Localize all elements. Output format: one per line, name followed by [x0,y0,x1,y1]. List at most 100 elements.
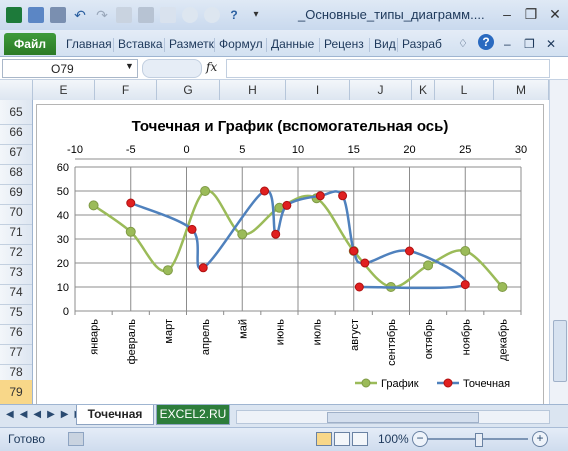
tab-page-layout[interactable]: Разметк [169,37,214,51]
data-point-tochechnaya [187,224,197,234]
tab-file[interactable]: Файл [4,33,56,55]
column-headers: E F G H I J K L M [0,80,549,101]
tab-view[interactable]: Вид [374,37,396,51]
tab-insert[interactable]: Вставка [118,37,163,51]
tab-developer[interactable]: Разраб [402,37,442,51]
x-category-label: ноябрь [460,319,472,356]
undo-icon[interactable]: ↶ [72,7,88,23]
x2-tick-label: 10 [292,144,304,156]
data-point-grafik [423,260,434,271]
name-box-dropdown-icon[interactable]: ▼ [125,61,134,71]
insert-function-icon[interactable]: fx [206,60,217,74]
tab-formulas[interactable]: Формул [219,37,263,51]
column-header[interactable]: H [220,80,286,100]
zoom-slider[interactable] [428,433,528,447]
sheet-tab-active[interactable]: Точечная [76,405,154,425]
minimize-button[interactable]: – [496,6,518,22]
column-header[interactable]: L [435,80,494,100]
x2-tick-label: 0 [183,144,189,156]
vertical-scroll-thumb[interactable] [553,320,567,382]
data-point-grafik [125,226,136,237]
copy-icon[interactable] [116,7,132,23]
horizontal-scrollbar[interactable] [236,410,550,424]
y-tick-label: 40 [57,210,69,222]
forward-icon[interactable] [204,7,220,23]
formula-bar: O79 ▼ fx [0,57,568,80]
legend-label-tochechnaya: Точечная [463,378,510,390]
column-header[interactable]: M [494,80,549,100]
ribbon-minimize-icon[interactable]: – [504,37,511,51]
x2-tick-label: 5 [239,144,245,156]
legend-marker-tochechnaya [443,378,453,388]
vertical-scrollbar[interactable] [549,80,568,404]
x2-tick-label: 25 [459,144,471,156]
page-break-view-icon[interactable] [352,432,368,446]
y-tick-label: 30 [57,234,69,246]
formula-expander[interactable] [142,59,202,78]
maximize-button[interactable]: ❐ [520,6,542,22]
zoom-in-button[interactable]: + [532,431,548,447]
data-point-grafik [88,200,99,211]
title-bar: ↶ ↷ ? ▾ _Основные_типы_диаграмм.... – ❐ … [0,0,568,31]
chart-area[interactable]: Точечная и График (вспомогательная ось) 0… [36,104,544,406]
formula-input[interactable] [226,59,550,78]
sheet-tab[interactable]: EXCEL2.RU [156,405,230,425]
chart-svg: Точечная и График (вспомогательная ось) 0… [57,118,527,390]
data-point-tochechnaya [360,258,370,268]
x-category-label: октябрь [423,319,435,359]
x2-tick-label: 15 [348,144,360,156]
tab-review[interactable]: Реценз [324,37,364,51]
data-point-tochechnaya [260,186,270,196]
legend-marker-grafik [361,378,371,388]
status-bar: Готово 100% − + [0,427,568,451]
print-icon[interactable] [138,7,154,23]
ribbon-collapse-icon[interactable]: ♢ [458,37,468,50]
page-layout-view-icon[interactable] [334,432,350,446]
help-icon[interactable]: ? [478,34,494,50]
customize-toolbar-icon[interactable]: ▾ [248,7,264,23]
save-icon[interactable] [28,7,44,23]
zoom-level[interactable]: 100% [378,432,409,446]
ribbon-restore-icon[interactable]: ❐ [524,37,535,51]
x-category-label: январь [89,319,101,355]
quick-access-toolbar: ↶ ↷ ? ▾ [6,6,270,24]
column-header[interactable]: K [412,80,435,100]
name-box[interactable]: O79 ▼ [2,59,138,78]
column-header[interactable]: G [157,80,220,100]
ribbon-close-icon[interactable]: ✕ [546,37,556,51]
macro-record-icon[interactable] [68,432,84,446]
select-all-corner[interactable] [0,80,33,100]
column-header[interactable]: F [95,80,157,100]
excel-logo-icon [6,7,22,23]
zoom-out-button[interactable]: − [412,431,428,447]
y-tick-label: 20 [57,258,69,270]
redo-icon[interactable]: ↷ [94,7,110,23]
zoom-slider-thumb[interactable] [475,433,483,447]
back-icon[interactable] [182,7,198,23]
close-button[interactable]: ✕ [544,6,566,22]
y-tick-label: 60 [57,162,69,174]
row-header-active[interactable]: 79 [0,380,32,405]
x2-tick-label: 30 [515,144,527,156]
tab-data[interactable]: Данные [271,37,314,51]
x-category-label: май [237,319,249,339]
save-as-icon[interactable] [50,7,66,23]
status-ready: Готово [8,432,46,446]
chart-title: Точечная и График (вспомогательная ось) [132,118,449,135]
horizontal-scroll-thumb[interactable] [327,412,479,423]
sheet-tab-bar: ◀◀◀▶▶▶ Точечная EXCEL2.RU [0,404,568,427]
tab-home[interactable]: Главная [66,37,112,51]
help-search-icon[interactable]: ? [226,7,242,23]
data-point-tochechnaya [282,200,292,210]
x-category-label: август [349,319,361,351]
y-tick-label: 10 [57,282,69,294]
normal-view-icon[interactable] [316,432,332,446]
data-point-tochechnaya [198,263,208,273]
column-header[interactable]: J [350,80,412,100]
column-header[interactable]: I [286,80,350,100]
y-tick-label: 0 [63,306,69,318]
data-point-grafik [200,186,211,196]
column-header[interactable]: E [33,80,95,100]
print-preview-icon[interactable] [160,7,176,23]
data-point-tochechnaya [126,198,136,208]
